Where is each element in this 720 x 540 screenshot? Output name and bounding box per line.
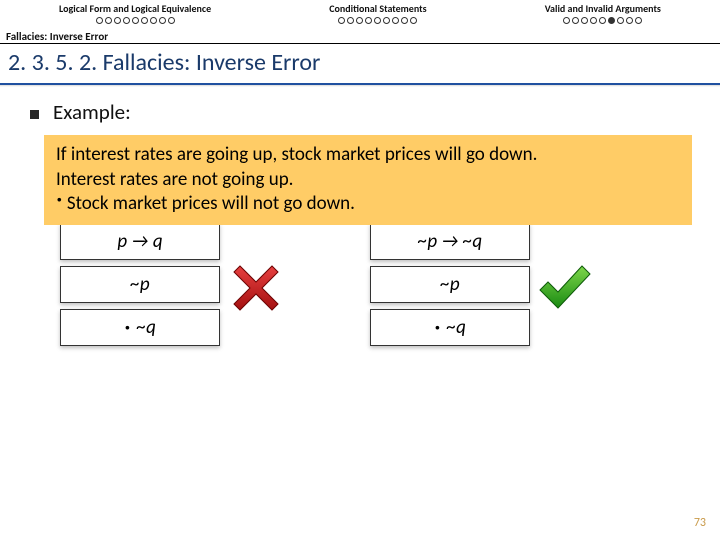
therefore-dot-icon: · [124,323,131,329]
nav-col-3: Valid and Invalid Arguments [545,2,661,24]
example-box: If interest rates are going up, stock ma… [44,135,692,225]
square-bullet-icon [30,110,39,119]
logic-grid: p → q ~p · ~q ~p → ~q ~p · [60,223,720,352]
left-r3: · ~q [60,309,220,346]
right-r1: ~p → ~q [370,223,530,260]
check-icon [536,262,592,314]
example-bullet: Example: [30,99,698,125]
nav-dots-3 [563,17,642,24]
premise-1: If interest rates are going up, stock ma… [56,143,680,168]
logic-col-left: p → q ~p · ~q [60,223,220,352]
right-r2: ~p [370,266,530,303]
right-r3-text: ~q [447,316,466,339]
therefore-dot-icon: · [56,182,63,214]
page-number: 73 [694,516,706,530]
nav-label-3: Valid and Invalid Arguments [545,2,661,15]
logic-col-right: ~p → ~q ~p · ~q [370,223,530,352]
nav-col-1: Logical Form and Logical Equivalence [59,2,211,24]
therefore-dot-icon: · [434,323,441,329]
example-label: Example: [53,99,131,125]
left-r1: p → q [60,223,220,260]
conclusion-text-span: Stock market prices will not go down. [63,192,355,215]
top-nav: Logical Form and Logical Equivalence Con… [0,0,720,24]
nav-col-2: Conditional Statements [329,2,426,24]
nav-label-1: Logical Form and Logical Equivalence [59,2,211,15]
cross-icon [230,262,282,314]
left-r2: ~p [60,266,220,303]
nav-dots-1 [96,17,175,24]
right-r3: · ~q [370,309,530,346]
premise-2: Interest rates are not going up. [56,168,680,193]
conclusion-text: · Stock market prices will not go down. [56,192,680,217]
left-r3-text: ~q [137,316,156,339]
page-title: 2. 3. 5. 2. Fallacies: Inverse Error [0,44,720,85]
nav-dots-2 [338,17,417,24]
nav-label-2: Conditional Statements [329,2,426,15]
content-area: Example: [0,85,720,125]
breadcrumb: Fallacies: Inverse Error [0,28,720,44]
